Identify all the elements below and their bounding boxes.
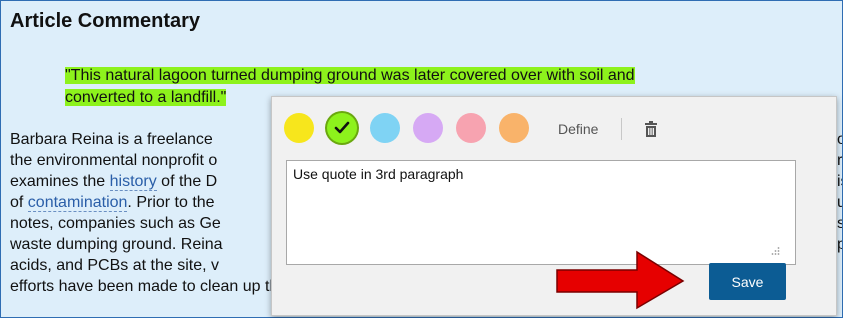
color-swatch-purple[interactable] bbox=[413, 113, 443, 143]
history-link[interactable]: history bbox=[109, 173, 157, 191]
color-swatch-yellow[interactable] bbox=[284, 113, 314, 143]
body-text-segment: of bbox=[10, 194, 28, 211]
quote-line-1[interactable]: "This natural lagoon turned dumping grou… bbox=[65, 67, 635, 84]
highlight-note-popup: Define Use quote in 3rd paragraph Save bbox=[271, 96, 837, 316]
body-right-fragments: o r is u s p bbox=[837, 129, 843, 255]
body-fragment: s bbox=[837, 213, 842, 234]
resize-grip-icon[interactable] bbox=[770, 243, 780, 255]
body-text-segment: examines the bbox=[10, 173, 110, 190]
body-fragment: o bbox=[837, 129, 842, 150]
color-swatch-green[interactable] bbox=[327, 113, 357, 143]
color-swatch-orange[interactable] bbox=[499, 113, 529, 143]
toolbar-divider bbox=[621, 118, 622, 140]
checkmark-icon bbox=[327, 113, 357, 143]
note-textarea[interactable]: Use quote in 3rd paragraph bbox=[286, 160, 796, 265]
body-fragment: u bbox=[837, 192, 842, 213]
body-text-segment: of the D bbox=[156, 173, 218, 190]
quote-line-2[interactable]: converted to a landfill." bbox=[65, 89, 227, 106]
body-fragment: is bbox=[837, 173, 842, 190]
body-fragment: p bbox=[837, 234, 842, 255]
save-button[interactable]: Save bbox=[709, 263, 786, 300]
article-heading: Article Commentary bbox=[10, 10, 201, 32]
body-text-segment: . Prior to the bbox=[127, 194, 215, 211]
body-fragment: r bbox=[837, 152, 843, 169]
define-button[interactable]: Define bbox=[558, 121, 598, 137]
contamination-link[interactable]: contamination bbox=[27, 194, 128, 212]
color-swatch-pink[interactable] bbox=[456, 113, 486, 143]
red-arrow-annotation bbox=[556, 250, 685, 310]
color-swatch-blue[interactable] bbox=[370, 113, 400, 143]
trash-icon[interactable] bbox=[642, 120, 660, 138]
